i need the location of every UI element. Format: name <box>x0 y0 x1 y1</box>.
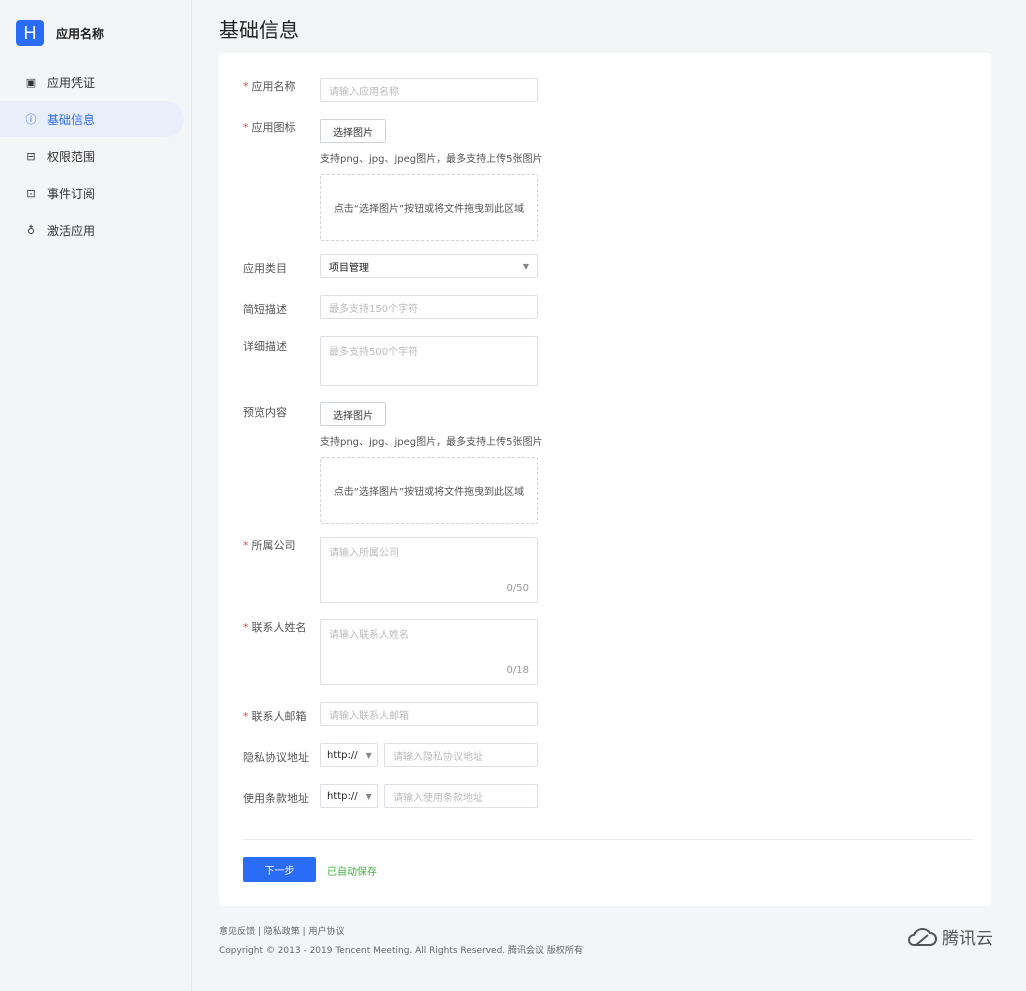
app-logo: H <box>16 20 44 46</box>
protocol-select[interactable]: http:// ▼ <box>320 743 378 767</box>
protocol-value: http:// <box>327 749 358 761</box>
app-name-input[interactable]: 请输入应用名称 <box>320 78 538 102</box>
autosave-status: 已自动保存 <box>327 867 377 878</box>
protocol-value: http:// <box>327 790 358 802</box>
required-mark: * <box>243 621 249 634</box>
key-icon: ♁ <box>26 223 36 237</box>
app-icon-label: * 应用图标 <box>243 121 296 134</box>
terms-url-input[interactable]: 请输入使用条款地址 <box>384 784 538 808</box>
info-icon: ⓘ <box>25 113 37 126</box>
next-button[interactable]: 下一步 <box>243 857 316 882</box>
credential-icon: ▣ <box>25 75 37 89</box>
contact-name-textarea[interactable]: 请输入联系人姓名 0/18 <box>320 619 538 685</box>
char-counter: 0/50 <box>506 583 529 594</box>
short-desc-label: 简短描述 <box>243 303 287 316</box>
char-counter: 0/18 <box>506 665 529 676</box>
short-desc-input[interactable]: 最多支持150个字符 <box>320 295 538 319</box>
select-image-button[interactable]: 选择图片 <box>320 402 386 426</box>
required-mark: * <box>243 80 249 93</box>
upload-hint: 支持png、jpg、jpeg图片，最多支持上传5张图片 <box>320 154 543 165</box>
company-placeholder: 请输入所属公司 <box>329 548 399 559</box>
sidebar-item-label: 基础信息 <box>47 112 96 127</box>
sidebar-item-basic-info[interactable]: ⓘ 基础信息 <box>0 101 184 137</box>
upload-dropzone[interactable]: 点击“选择图片”按钮或将文件拖曳到此区域 <box>320 174 538 241</box>
brand-name: 腾讯云 <box>942 929 993 949</box>
sidebar-item-events[interactable]: ⊡ 事件订阅 <box>0 175 184 211</box>
terms-url-label: 使用条款地址 <box>243 792 309 805</box>
category-select[interactable]: 项目管理 ▼ <box>320 254 538 278</box>
divider <box>243 839 973 840</box>
caret-down-icon: ▼ <box>365 750 372 760</box>
long-desc-textarea[interactable]: 最多支持500个字符 <box>320 336 538 386</box>
required-mark: * <box>243 539 249 552</box>
company-row: * 所属公司 请输入所属公司 0/50 <box>219 537 991 603</box>
app-header: H 应用名称 <box>16 20 104 46</box>
form-card: * 应用名称 请输入应用名称 * 应用图标 选择图片 支持png、jpg、jpeg图… <box>219 53 991 906</box>
select-image-button[interactable]: 选择图片 <box>320 119 386 143</box>
caret-down-icon: ▼ <box>365 791 372 801</box>
copyright-text: Copyright © 2013 - 2019 Tencent Meeting.… <box>219 946 583 956</box>
sidebar-item-label: 权限范围 <box>47 149 96 164</box>
contact-email-label: * 联系人邮箱 <box>243 710 307 723</box>
contact-name-row: * 联系人姓名 请输入联系人姓名 0/18 <box>219 619 991 685</box>
sidebar-item-activate[interactable]: ♁ 激活应用 <box>0 212 184 248</box>
preview-control: 选择图片 支持png、jpg、jpeg图片，最多支持上传5张图片 点击“选择图片… <box>320 402 543 524</box>
privacy-url-input[interactable]: 请输入隐私协议地址 <box>384 743 538 767</box>
app-icon-control: 选择图片 支持png、jpg、jpeg图片，最多支持上传5张图片 点击“选择图片… <box>320 119 543 241</box>
bookmark-icon: ⊡ <box>26 186 36 200</box>
sidebar-item-label: 应用凭证 <box>47 75 96 90</box>
category-value: 项目管理 <box>329 262 369 274</box>
sidebar-item-permissions[interactable]: ⊟ 权限范围 <box>0 138 184 174</box>
category-label: 应用类目 <box>243 262 287 275</box>
company-label: * 所属公司 <box>243 539 296 552</box>
caret-down-icon: ▼ <box>522 261 529 271</box>
sidebar-nav: ▣ 应用凭证 ⓘ 基础信息 ⊟ 权限范围 ⊡ 事件订阅 ♁ 激活应用 <box>0 64 184 249</box>
privacy-url-control: http:// ▼ 请输入隐私协议地址 <box>320 743 538 767</box>
contact-name-placeholder: 请输入联系人姓名 <box>329 630 409 641</box>
upload-dropzone[interactable]: 点击“选择图片”按钮或将文件拖曳到此区域 <box>320 457 538 524</box>
privacy-url-label: 隐私协议地址 <box>243 751 309 764</box>
company-textarea[interactable]: 请输入所属公司 0/50 <box>320 537 538 603</box>
sidebar-item-credentials[interactable]: ▣ 应用凭证 <box>0 64 184 100</box>
brand-logo: 腾讯云 <box>906 924 993 949</box>
sidebar-item-label: 激活应用 <box>47 223 96 238</box>
app-name: 应用名称 <box>56 26 105 41</box>
preview-label: 预览内容 <box>243 406 287 419</box>
upload-hint: 支持png、jpg、jpeg图片，最多支持上传5张图片 <box>320 437 543 448</box>
page-title: 基础信息 <box>219 18 299 42</box>
terms-url-control: http:// ▼ 请输入使用条款地址 <box>320 784 538 808</box>
sidebar: H 应用名称 ▣ 应用凭证 ⓘ 基础信息 ⊟ 权限范围 ⊡ 事件订阅 ♁ 激活应… <box>0 0 192 991</box>
cloud-icon <box>908 927 937 946</box>
protocol-select[interactable]: http:// ▼ <box>320 784 378 808</box>
lock-icon: ⊟ <box>26 149 36 163</box>
footer-links[interactable]: 意见反馈 | 隐私政策 | 用户协议 <box>219 924 345 937</box>
required-mark: * <box>243 710 249 723</box>
contact-email-input[interactable]: 请输入联系人邮箱 <box>320 702 538 726</box>
app-name-label: * 应用名称 <box>243 80 296 93</box>
sidebar-item-label: 事件订阅 <box>47 186 96 201</box>
contact-name-label: * 联系人姓名 <box>243 621 307 634</box>
required-mark: * <box>243 121 249 134</box>
long-desc-label: 详细描述 <box>243 340 287 353</box>
long-desc-row: 详细描述 最多支持500个字符 <box>219 336 991 386</box>
